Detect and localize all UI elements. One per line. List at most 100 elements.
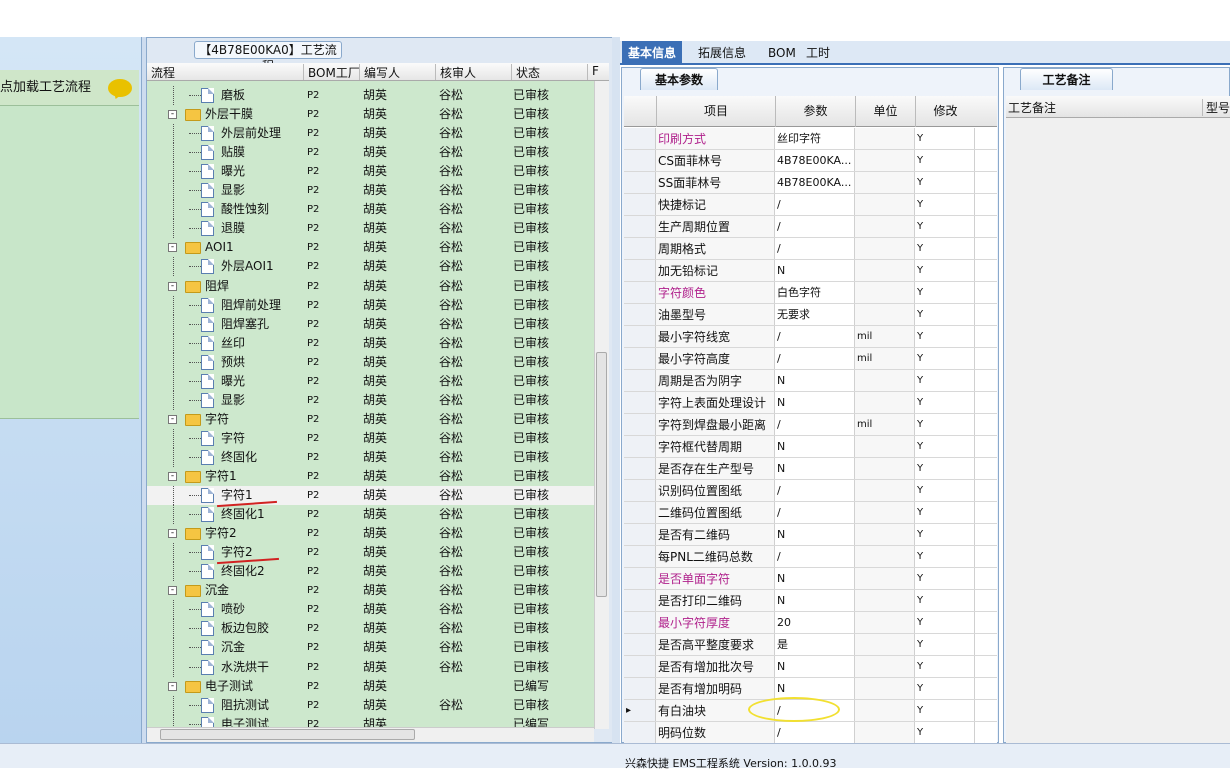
tree-row[interactable]: 阻抗测试 P2 胡英 谷松 已审核	[147, 695, 594, 715]
param-value-cell[interactable]: /	[775, 326, 855, 347]
param-value-cell[interactable]: /	[775, 546, 855, 567]
tree-folder-row[interactable]: - 字符2 P2 胡英 谷松 已审核	[147, 524, 594, 543]
params-row[interactable]: 周期格式 / Y	[624, 238, 997, 260]
collapse-toggle-icon[interactable]: -	[168, 243, 177, 253]
param-value-cell[interactable]: N	[775, 678, 855, 699]
params-row[interactable]: 最小字符厚度 20 Y	[624, 612, 997, 634]
param-modify-cell[interactable]: Y	[915, 590, 975, 611]
param-modify-cell[interactable]: Y	[915, 194, 975, 215]
param-modify-cell[interactable]: Y	[915, 172, 975, 193]
param-unit-cell[interactable]	[855, 590, 915, 611]
param-unit-cell[interactable]	[855, 568, 915, 589]
params-row[interactable]: 生产周期位置 / Y	[624, 216, 997, 238]
param-unit-cell[interactable]	[855, 216, 915, 237]
tree-row[interactable]: 磨板 P2 胡英 谷松 已审核	[147, 86, 594, 105]
collapse-toggle-icon[interactable]: -	[168, 472, 177, 481]
param-modify-cell[interactable]: Y	[915, 612, 975, 633]
params-row[interactable]: 是否单面字符 N Y	[624, 568, 997, 590]
tab-1[interactable]: 拓展信息	[692, 41, 752, 65]
tree-folder-row[interactable]: - 字符 P2 胡英 谷松 已审核	[147, 410, 594, 429]
param-value-cell[interactable]: N	[775, 458, 855, 479]
param-modify-cell[interactable]: Y	[915, 722, 975, 743]
param-modify-cell[interactable]: Y	[915, 678, 975, 699]
params-row[interactable]: 字符颜色 白色字符 Y	[624, 282, 997, 304]
tree-row[interactable]: 字符2 P2 胡英 谷松 已审核	[147, 543, 594, 563]
flow-column-header[interactable]: BOM工厂	[303, 64, 360, 80]
param-modify-cell[interactable]: Y	[915, 436, 975, 457]
param-unit-cell[interactable]	[855, 172, 915, 193]
params-row[interactable]: 二维码位置图纸 / Y	[624, 502, 997, 524]
param-modify-cell[interactable]: Y	[915, 282, 975, 303]
params-row[interactable]: 字符上表面处理设计 N Y	[624, 392, 997, 414]
param-unit-cell[interactable]	[855, 722, 915, 743]
param-modify-cell[interactable]: Y	[915, 392, 975, 413]
tree-folder-row[interactable]: - 沉金 P2 胡英 谷松 已审核	[147, 581, 594, 600]
param-modify-cell[interactable]: Y	[915, 150, 975, 171]
tree-folder-row[interactable]: - AOI1 P2 胡英 谷松 已审核	[147, 238, 594, 257]
param-value-cell[interactable]: N	[775, 436, 855, 457]
param-unit-cell[interactable]: mil	[855, 326, 915, 347]
params-row[interactable]: 加无铅标记 N Y	[624, 260, 997, 282]
param-modify-cell[interactable]: Y	[915, 238, 975, 259]
params-row[interactable]: SS面菲林号 4B78E00KA... Y	[624, 172, 997, 194]
param-unit-cell[interactable]	[855, 612, 915, 633]
params-row[interactable]: 字符框代替周期 N Y	[624, 436, 997, 458]
params-row[interactable]: 是否有二维码 N Y	[624, 524, 997, 546]
tree-folder-row[interactable]: - 电子测试 P2 胡英 已编写	[147, 677, 594, 696]
param-unit-cell[interactable]	[855, 238, 915, 259]
chat-bubble-icon[interactable]	[108, 79, 132, 97]
params-row[interactable]: 明码位数 / Y	[624, 722, 997, 744]
param-unit-cell[interactable]	[855, 370, 915, 391]
tab-process-notes[interactable]: 工艺备注	[1020, 68, 1113, 90]
tab-basic-params[interactable]: 基本参数	[640, 68, 718, 90]
param-unit-cell[interactable]	[855, 304, 915, 325]
param-modify-cell[interactable]: Y	[915, 348, 975, 369]
params-row[interactable]: 是否存在生产型号 N Y	[624, 458, 997, 480]
tree-row[interactable]: 终固化 P2 胡英 谷松 已审核	[147, 447, 594, 467]
tree-row[interactable]: 水洗烘干 P2 胡英 谷松 已审核	[147, 657, 594, 677]
param-unit-cell[interactable]	[855, 700, 915, 721]
tree-row[interactable]: 阻焊塞孔 P2 胡英 谷松 已审核	[147, 314, 594, 334]
tree-row[interactable]: 字符 P2 胡英 谷松 已审核	[147, 428, 594, 448]
param-modify-cell[interactable]: Y	[915, 502, 975, 523]
params-column-header[interactable]: 修改	[915, 96, 975, 127]
tree-row[interactable]: 阻焊前处理 P2 胡英 谷松 已审核	[147, 295, 594, 315]
tree-folder-row[interactable]: - 阻焊 P2 胡英 谷松 已审核	[147, 277, 594, 296]
param-value-cell[interactable]: 丝印字符	[775, 128, 855, 149]
tree-row[interactable]: 显影 P2 胡英 谷松 已审核	[147, 181, 594, 201]
param-value-cell[interactable]: N	[775, 260, 855, 281]
params-row[interactable]: 最小字符线宽 / mil Y	[624, 326, 997, 348]
tree-row[interactable]: 预烘 P2 胡英 谷松 已审核	[147, 352, 594, 372]
param-modify-cell[interactable]: Y	[915, 128, 975, 149]
param-unit-cell[interactable]	[855, 502, 915, 523]
params-row[interactable]: 快捷标记 / Y	[624, 194, 997, 216]
param-modify-cell[interactable]: Y	[915, 458, 975, 479]
params-row[interactable]: 识别码位置图纸 / Y	[624, 480, 997, 502]
middle-splitter[interactable]	[612, 37, 620, 743]
flow-horizontal-scroll-thumb[interactable]	[160, 729, 415, 740]
param-unit-cell[interactable]	[855, 128, 915, 149]
tree-row[interactable]: 酸性蚀刻 P2 胡英 谷松 已审核	[147, 200, 594, 220]
param-value-cell[interactable]: /	[775, 194, 855, 215]
param-value-cell[interactable]: 白色字符	[775, 282, 855, 303]
param-modify-cell[interactable]: Y	[915, 524, 975, 545]
params-row[interactable]: 是否打印二维码 N Y	[624, 590, 997, 612]
flow-column-header[interactable]: F	[587, 64, 599, 80]
param-modify-cell[interactable]: Y	[915, 568, 975, 589]
param-unit-cell[interactable]	[855, 194, 915, 215]
tab-3[interactable]: 工时	[800, 41, 836, 65]
tree-row[interactable]: 外层前处理 P2 胡英 谷松 已审核	[147, 124, 594, 144]
tree-row[interactable]: 终固化1 P2 胡英 谷松 已审核	[147, 505, 594, 525]
param-value-cell[interactable]: N	[775, 392, 855, 413]
param-unit-cell[interactable]	[855, 524, 915, 545]
flow-column-header[interactable]: 核审人	[435, 64, 476, 80]
param-unit-cell[interactable]	[855, 436, 915, 457]
params-column-header[interactable]: 参数	[775, 96, 855, 127]
param-unit-cell[interactable]	[855, 546, 915, 567]
notes-column-header[interactable]: 工艺备注	[1008, 99, 1056, 116]
tree-row[interactable]: 沉金 P2 胡英 谷松 已审核	[147, 638, 594, 658]
param-value-cell[interactable]: N	[775, 524, 855, 545]
param-value-cell[interactable]: 是	[775, 634, 855, 655]
params-row[interactable]: 是否高平整度要求是 Y	[624, 634, 997, 656]
param-value-cell[interactable]: N	[775, 370, 855, 391]
